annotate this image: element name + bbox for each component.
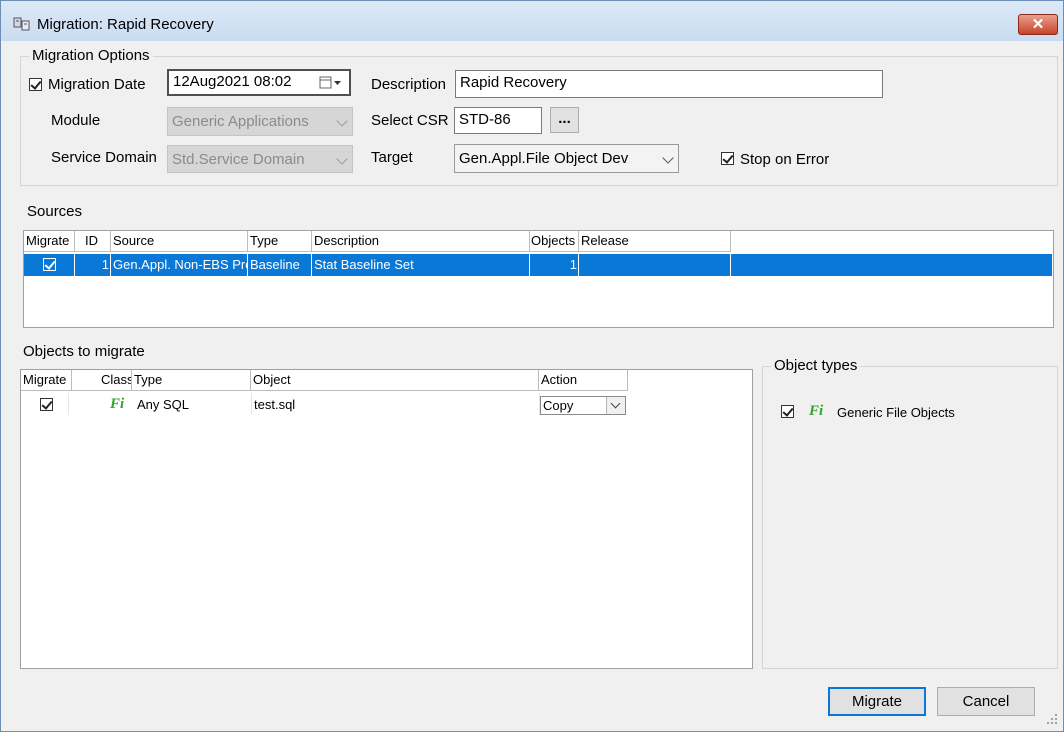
close-icon: ✕	[1031, 16, 1045, 33]
objects-col-action[interactable]: Action	[539, 370, 628, 391]
stop-on-error-label: Stop on Error	[740, 151, 830, 168]
sources-table[interactable]: Migrate ID Source Type Description Objec…	[23, 230, 1054, 328]
objects-table[interactable]: Migrate Class Type Object Action Fi Any …	[20, 369, 753, 669]
objects-cell: 1	[530, 254, 579, 276]
cell-divider	[68, 393, 69, 415]
generic-file-objects-checkbox[interactable]	[781, 405, 794, 418]
objects-col-class[interactable]: Class	[72, 370, 132, 391]
table-row[interactable]: 1 Gen.Appl. Non-EBS Pro Baseline Stat Ba…	[24, 254, 1052, 276]
chevron-down-icon	[336, 115, 348, 127]
cancel-button[interactable]: Cancel	[937, 687, 1035, 716]
service-domain-value: Std.Service Domain	[172, 151, 305, 168]
object-cell: test.sql	[254, 397, 296, 412]
object-types-title: Object types	[771, 357, 861, 374]
description-cell: Stat Baseline Set	[312, 254, 530, 276]
module-value: Generic Applications	[172, 113, 309, 130]
sources-title: Sources	[27, 203, 83, 220]
action-select[interactable]: Copy	[540, 396, 626, 415]
migrate-cell[interactable]	[24, 254, 75, 276]
object-migrate-checkbox[interactable]	[40, 398, 53, 411]
description-field[interactable]: Rapid Recovery	[455, 70, 883, 98]
file-object-icon: Fi	[809, 403, 824, 419]
sources-col-objects[interactable]: Objects	[530, 231, 579, 252]
migration-date-label: Migration Date	[48, 76, 146, 93]
target-select[interactable]: Gen.Appl.File Object Dev	[454, 144, 679, 173]
description-label: Description	[371, 76, 447, 93]
service-domain-select: Std.Service Domain	[167, 145, 353, 173]
browse-csr-button[interactable]: ...	[550, 107, 579, 133]
chevron-down-icon	[336, 153, 348, 165]
window-title: Migration: Rapid Recovery	[37, 16, 214, 33]
sources-col-release[interactable]: Release	[579, 231, 731, 252]
resize-grip-icon[interactable]	[1046, 713, 1058, 725]
sources-col-id[interactable]: ID	[75, 231, 111, 252]
type-cell: Baseline	[248, 254, 312, 276]
objects-col-object[interactable]: Object	[251, 370, 539, 391]
file-object-icon: Fi	[110, 396, 125, 412]
migration-date-checkbox[interactable]	[29, 78, 42, 91]
migrate-button[interactable]: Migrate	[828, 687, 926, 716]
source-cell: Gen.Appl. Non-EBS Pro	[111, 254, 248, 276]
id-cell: 1	[75, 254, 111, 276]
action-value: Copy	[543, 398, 574, 413]
select-csr-field[interactable]: STD-86	[454, 107, 542, 134]
migration-date-value: 12Aug2021 08:02	[173, 73, 292, 90]
sources-col-migrate[interactable]: Migrate	[24, 231, 75, 252]
target-value: Gen.Appl.File Object Dev	[459, 150, 629, 167]
target-label: Target	[371, 149, 413, 166]
title-bar: Migration: Rapid Recovery ✕	[1, 1, 1063, 41]
objects-title: Objects to migrate	[23, 343, 145, 360]
stop-on-error-checkbox[interactable]	[721, 152, 734, 165]
module-label: Module	[51, 112, 101, 129]
calendar-icon[interactable]	[319, 76, 343, 90]
sources-col-type[interactable]: Type	[248, 231, 312, 252]
service-domain-label: Service Domain	[51, 149, 157, 166]
module-select: Generic Applications	[167, 107, 353, 136]
close-button[interactable]: ✕	[1018, 14, 1058, 35]
migration-options-legend: Migration Options	[29, 47, 153, 64]
migration-app-icon	[13, 17, 30, 31]
description-value: Rapid Recovery	[460, 74, 567, 91]
objects-col-migrate[interactable]: Migrate	[21, 370, 72, 391]
type-cell: Any SQL	[137, 397, 190, 412]
sources-col-source[interactable]: Source	[111, 231, 248, 252]
generic-file-objects-label: Generic File Objects	[837, 405, 955, 420]
migration-date-field[interactable]: 12Aug2021 08:02	[167, 69, 351, 96]
chevron-down-icon[interactable]	[662, 152, 674, 164]
select-csr-label: Select CSR	[371, 112, 449, 129]
table-row[interactable]: Fi Any SQL test.sql Copy	[21, 393, 628, 417]
migration-dialog: Migration: Rapid Recovery ✕ Migration Op…	[0, 0, 1064, 732]
sources-col-description[interactable]: Description	[312, 231, 530, 252]
release-cell	[579, 254, 731, 276]
objects-col-type[interactable]: Type	[132, 370, 251, 391]
row-migrate-checkbox[interactable]	[43, 258, 56, 271]
chevron-down-icon[interactable]	[606, 397, 625, 414]
select-csr-value: STD-86	[459, 111, 511, 128]
